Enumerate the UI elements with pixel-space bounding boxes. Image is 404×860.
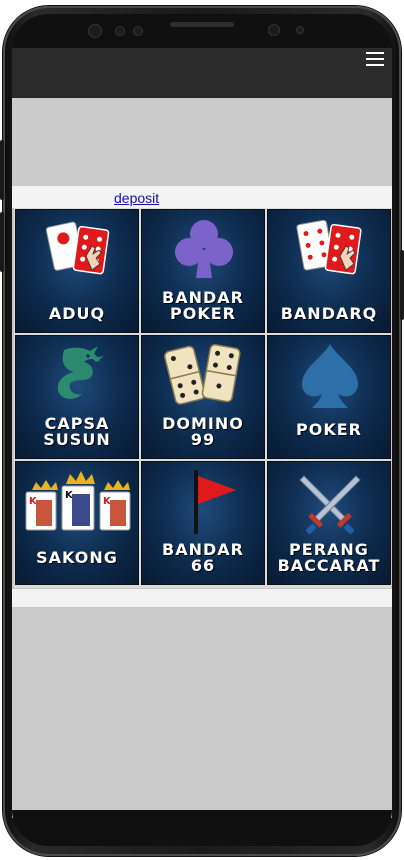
earpiece-speaker bbox=[170, 22, 234, 27]
game-label-line1: POKER bbox=[296, 420, 362, 439]
top-bar bbox=[12, 48, 392, 98]
power-button bbox=[400, 250, 404, 320]
game-label-line1: BANDARQ bbox=[280, 304, 378, 323]
game-label-line2: SUSUN bbox=[43, 430, 111, 449]
game-tile-aduq[interactable]: ADUQ bbox=[15, 209, 139, 333]
bottom-bezel bbox=[12, 810, 392, 846]
club-suit-icon bbox=[175, 220, 233, 278]
game-tile-domino-99[interactable]: DOMINO 99 bbox=[141, 335, 265, 459]
red-flag-icon bbox=[194, 470, 236, 534]
crossed-swords-icon bbox=[299, 475, 361, 534]
domino-cards-icon bbox=[46, 221, 110, 275]
volume-button bbox=[0, 140, 4, 200]
link-bar bbox=[12, 186, 392, 208]
sensor-icon bbox=[133, 26, 143, 36]
dragon-icon bbox=[57, 346, 104, 399]
game-label-line2: POKER bbox=[170, 304, 236, 323]
phone-frame: deposit ADUQ BANDAR POKER BANDARQ CAPSA … bbox=[0, 0, 404, 860]
deposit-link[interactable]: deposit bbox=[114, 190, 159, 206]
banner-area bbox=[12, 98, 392, 186]
iris-sensor-icon bbox=[268, 24, 280, 36]
footer-strip bbox=[12, 589, 392, 607]
screen: deposit ADUQ BANDAR POKER BANDARQ CAPSA … bbox=[12, 48, 392, 818]
sensor-icon bbox=[296, 26, 304, 34]
domino-cards-icon bbox=[296, 219, 362, 275]
king-cards-icon: K K K bbox=[25, 471, 131, 531]
game-label-line2: BACCARAT bbox=[277, 556, 381, 575]
game-tile-bandar-66[interactable]: BANDAR 66 bbox=[141, 461, 265, 585]
game-tile-perang-baccarat[interactable]: PERANG BACCARAT bbox=[267, 461, 391, 585]
dice-dominoes-icon bbox=[164, 344, 241, 405]
empty-content-area bbox=[12, 607, 392, 818]
game-tile-bandar-poker[interactable]: BANDAR POKER bbox=[141, 209, 265, 333]
game-tile-sakong[interactable]: K K K SAKONG bbox=[15, 461, 139, 585]
game-tile-bandarq[interactable]: BANDARQ bbox=[267, 209, 391, 333]
game-label-line2: 66 bbox=[190, 556, 216, 575]
game-label-line1: ADUQ bbox=[48, 304, 106, 323]
game-tile-poker[interactable]: POKER bbox=[267, 335, 391, 459]
volume-button bbox=[0, 212, 4, 272]
sensor-icon bbox=[115, 26, 125, 36]
front-camera-icon bbox=[88, 24, 102, 38]
spade-suit-icon bbox=[302, 344, 358, 408]
game-label-line2: 99 bbox=[190, 430, 216, 449]
game-grid: ADUQ BANDAR POKER BANDARQ CAPSA SUSUN DO… bbox=[14, 208, 391, 588]
game-label-line1: SAKONG bbox=[36, 548, 118, 567]
hamburger-menu-icon[interactable] bbox=[366, 52, 384, 66]
game-tile-capsa-susun[interactable]: CAPSA SUSUN bbox=[15, 335, 139, 459]
